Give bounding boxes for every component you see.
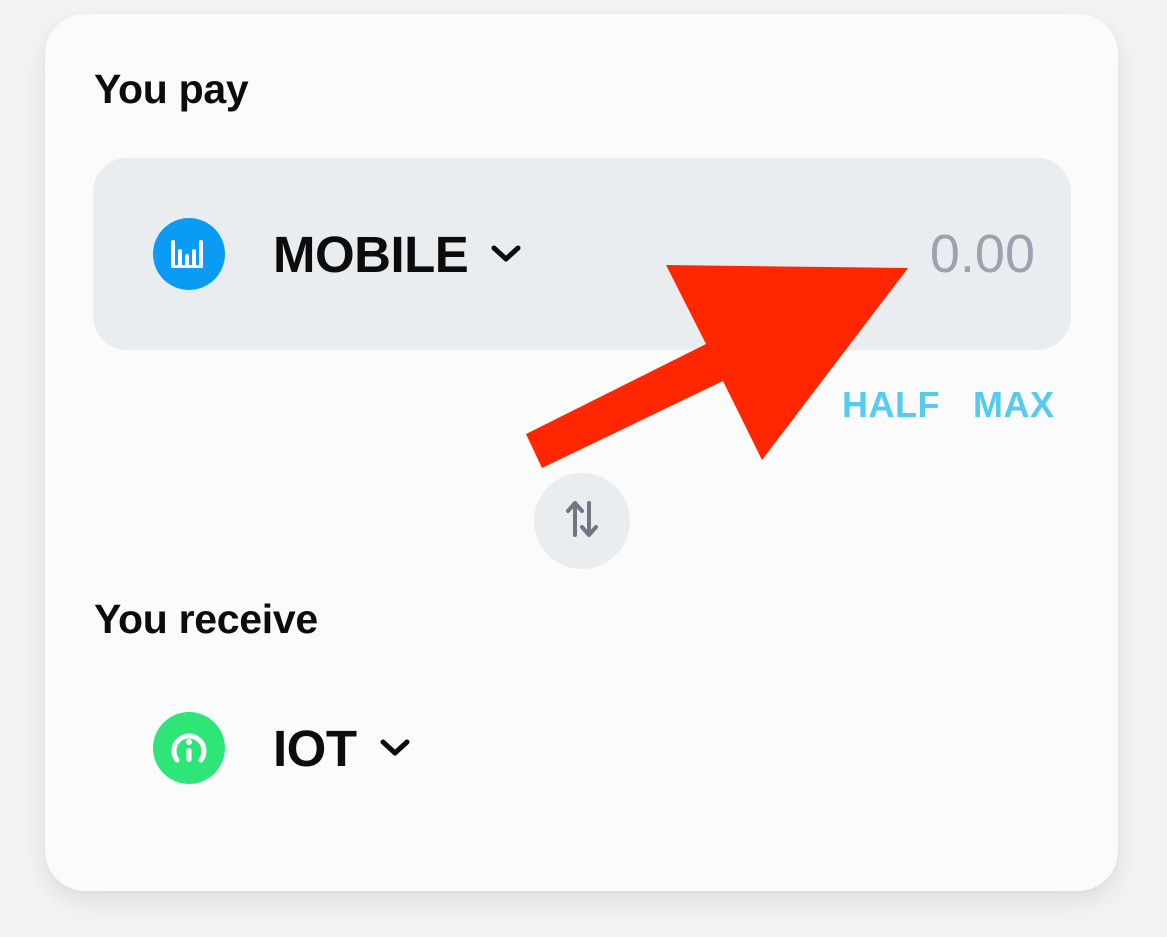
swap-card: You pay MOBILE HALF MAX — [45, 14, 1118, 891]
receive-token-selector[interactable]: IOT — [153, 712, 411, 784]
swap-direction-button[interactable] — [534, 473, 630, 569]
pay-input-box: MOBILE — [93, 158, 1071, 350]
iot-token-icon — [153, 712, 225, 784]
swap-arrows-icon — [565, 499, 599, 544]
chevron-down-icon — [490, 244, 522, 264]
pay-token-symbol: MOBILE — [273, 225, 469, 283]
pay-token-selector[interactable]: MOBILE — [153, 218, 522, 290]
chevron-down-icon — [379, 738, 411, 758]
mobile-token-icon — [153, 218, 225, 290]
max-button[interactable]: MAX — [973, 384, 1055, 426]
pay-amount-input[interactable] — [735, 214, 1035, 294]
you-receive-label: You receive — [94, 596, 318, 642]
you-pay-label: You pay — [94, 66, 249, 112]
half-button[interactable]: HALF — [842, 384, 940, 426]
receive-token-symbol: IOT — [273, 719, 357, 777]
